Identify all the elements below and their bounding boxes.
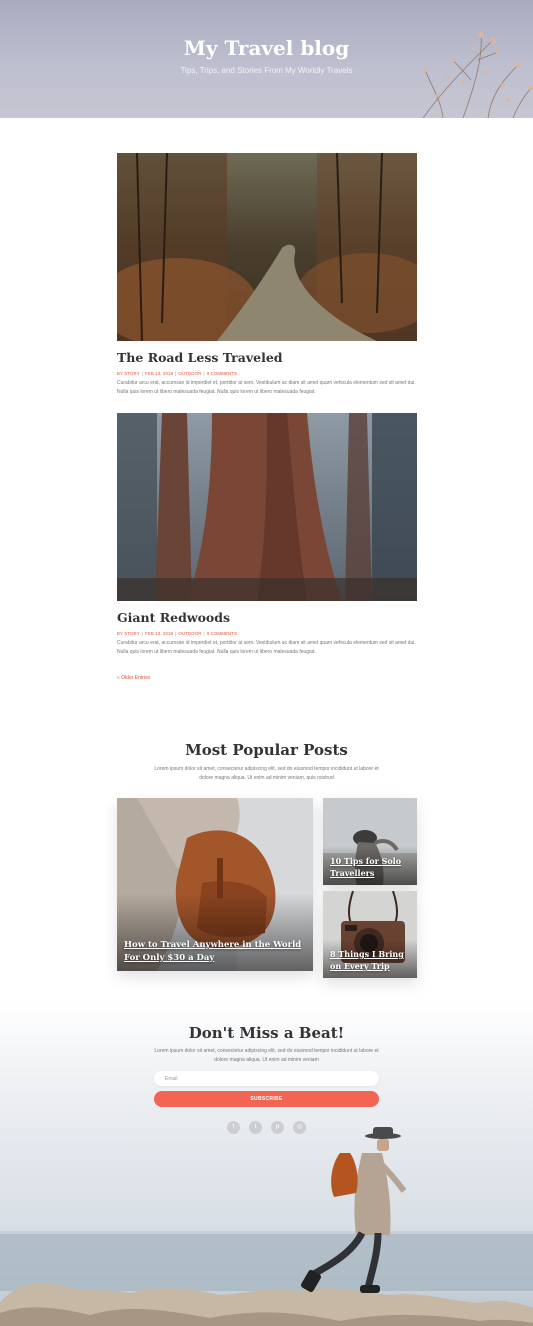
post-card: Giant Redwoods BY STORY | FEB 13, 2018 | OUT… xyxy=(117,413,417,656)
popular-card-small[interactable]: 10 Tips for Solo Travellers xyxy=(323,798,417,885)
post-comments[interactable]: 0 COMMENTS xyxy=(207,371,237,376)
popular-card-title[interactable]: How to Travel Anywhere in the World For … xyxy=(124,939,307,965)
post-author[interactable]: BY STORY xyxy=(117,631,140,636)
subscribe-button[interactable]: SUBSCRIBE xyxy=(154,1091,379,1107)
post-image-forest-road[interactable] xyxy=(117,153,417,341)
post-category[interactable]: OUTDOOR xyxy=(178,631,201,636)
popular-card-large[interactable]: How to Travel Anywhere in the World For … xyxy=(117,798,313,971)
popular-posts-description: Lorem ipsum dolor sit amet, consectetur … xyxy=(154,766,379,781)
newsletter-section: Don't Miss a Beat! Lorem ipsum dolor sit… xyxy=(0,1003,533,1326)
post-excerpt: Curabitur arcu erat, accumsan id imperdi… xyxy=(117,380,416,395)
post-image-redwoods[interactable] xyxy=(117,413,417,601)
blog-title: My Travel blog xyxy=(183,36,350,60)
instagram-icon[interactable]: ◎ xyxy=(293,1121,306,1134)
older-entries-link[interactable]: « Older Entries xyxy=(117,675,150,681)
post-title[interactable]: Giant Redwoods xyxy=(117,610,417,625)
post-title[interactable]: The Road Less Traveled xyxy=(117,350,417,365)
newsletter-heading: Don't Miss a Beat! xyxy=(188,1024,345,1042)
post-comments[interactable]: 0 COMMENTS xyxy=(207,631,237,636)
facebook-icon[interactable]: f xyxy=(227,1121,240,1134)
email-field[interactable] xyxy=(154,1071,379,1086)
popular-card-title[interactable]: 10 Tips for Solo Travellers xyxy=(330,855,411,879)
post-card: The Road Less Traveled BY STORY | FEB 13, … xyxy=(117,153,417,396)
popular-card-small[interactable]: 8 Things I Bring on Every Trip xyxy=(323,891,417,978)
post-date: FEB 13, 2018 xyxy=(145,631,174,636)
post-meta: BY STORY | FEB 13, 2018 | OUTDOOR | 0 COMMENTS xyxy=(117,371,417,376)
post-date: FEB 13, 2018 xyxy=(145,371,174,376)
popular-card-title[interactable]: 8 Things I Bring on Every Trip xyxy=(330,948,411,972)
twitter-icon[interactable]: t xyxy=(249,1121,262,1134)
post-category[interactable]: OUTDOOR xyxy=(178,371,201,376)
post-author[interactable]: BY STORY xyxy=(117,371,140,376)
hero-header: My Travel blog Tips, Trips, and Stories … xyxy=(0,0,533,118)
blog-tagline: Tips, Trips, and Stories From My Worldly… xyxy=(180,66,353,75)
post-meta: BY STORY | FEB 13, 2018 | OUTDOOR | 0 COMMENTS xyxy=(117,631,417,636)
popular-posts-heading: Most Popular Posts xyxy=(185,741,348,759)
newsletter-description: Lorem ipsum dolor sit amet, consectetur … xyxy=(154,1048,379,1063)
pinterest-icon[interactable]: p xyxy=(271,1121,284,1134)
post-excerpt: Curabitur arcu erat, accumsan id imperdi… xyxy=(117,640,416,655)
